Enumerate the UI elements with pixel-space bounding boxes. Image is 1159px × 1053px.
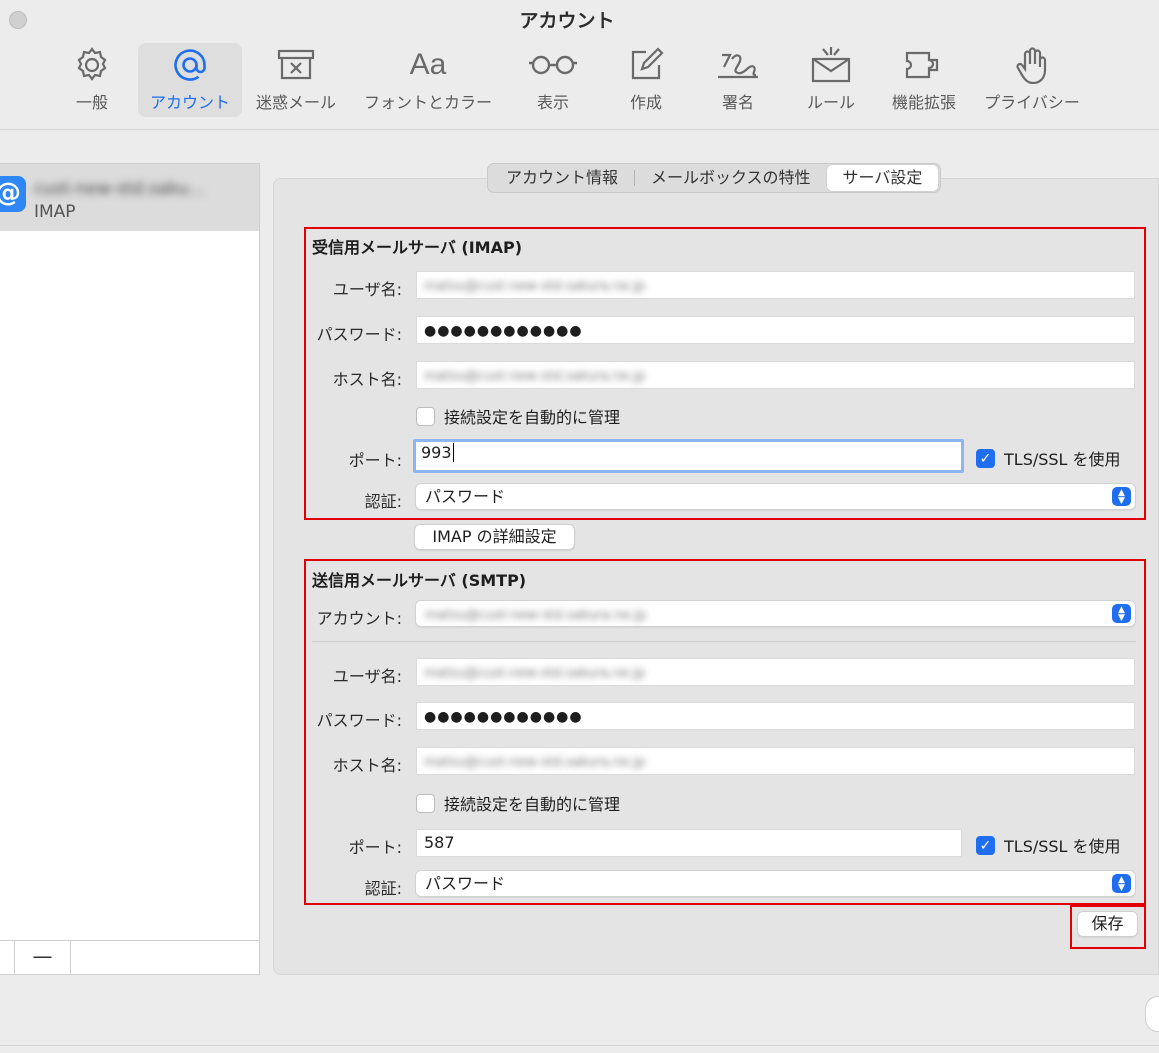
rules-envelope-icon [796, 43, 866, 87]
signature-icon [704, 43, 772, 87]
tab-server-settings[interactable]: サーバ設定 [826, 165, 939, 191]
tab-rules[interactable]: ルール [796, 43, 866, 117]
highlight-save-box [1070, 905, 1146, 949]
tab-general[interactable]: 一般 [52, 43, 132, 117]
compose-icon [612, 43, 680, 87]
imap-advanced-button[interactable]: IMAP の詳細設定 [414, 524, 575, 550]
font-icon: Aa [409, 48, 447, 81]
segmented-tabs: アカウント情報 メールボックスの特性 サーバ設定 [487, 163, 942, 193]
tab-account-info[interactable]: アカウント情報 [490, 165, 634, 191]
tab-extensions[interactable]: 機能拡張 [884, 43, 964, 117]
highlight-outgoing-box [304, 559, 1146, 905]
gear-icon [52, 43, 132, 87]
tab-composing[interactable]: 作成 [612, 43, 680, 117]
tab-junk[interactable]: 迷惑メール [250, 43, 342, 117]
account-row[interactable]: @ cust-new-std.saku... IMAP [0, 164, 259, 231]
resize-handle[interactable] [1145, 996, 1159, 1032]
window-title: アカウント [519, 10, 615, 32]
account-type: IMAP [34, 202, 76, 222]
tab-signatures[interactable]: 署名 [704, 43, 772, 117]
tab-accounts[interactable]: アカウント [138, 43, 242, 117]
account-name: cust-new-std.saku... [34, 179, 205, 199]
sidebar-footer: — [0, 940, 259, 974]
tab-viewing[interactable]: 表示 [518, 43, 588, 117]
add-account-button[interactable] [0, 941, 15, 974]
tab-fonts-colors[interactable]: Aa フォントとカラー [356, 43, 500, 117]
window-bottom-edge [0, 1045, 1159, 1046]
junk-tray-icon [250, 43, 342, 87]
toolbar: アカウント 一般 アカウント 迷惑メール Aa フォントとカラー 表示 作成 署… [0, 0, 1159, 130]
remove-account-button[interactable]: — [15, 941, 71, 974]
at-icon: @ [0, 176, 26, 212]
at-icon [138, 43, 242, 87]
preferences-window: アカウント 一般 アカウント 迷惑メール Aa フォントとカラー 表示 作成 署… [0, 0, 1159, 1053]
hand-icon [978, 43, 1086, 87]
highlight-incoming-box [304, 227, 1146, 520]
puzzle-icon [884, 43, 964, 87]
tab-mailbox-behaviors[interactable]: メールボックスの特性 [635, 165, 827, 191]
tab-privacy[interactable]: プライバシー [978, 43, 1086, 117]
accounts-sidebar: @ cust-new-std.saku... IMAP — [0, 163, 260, 975]
glasses-icon [518, 43, 588, 87]
